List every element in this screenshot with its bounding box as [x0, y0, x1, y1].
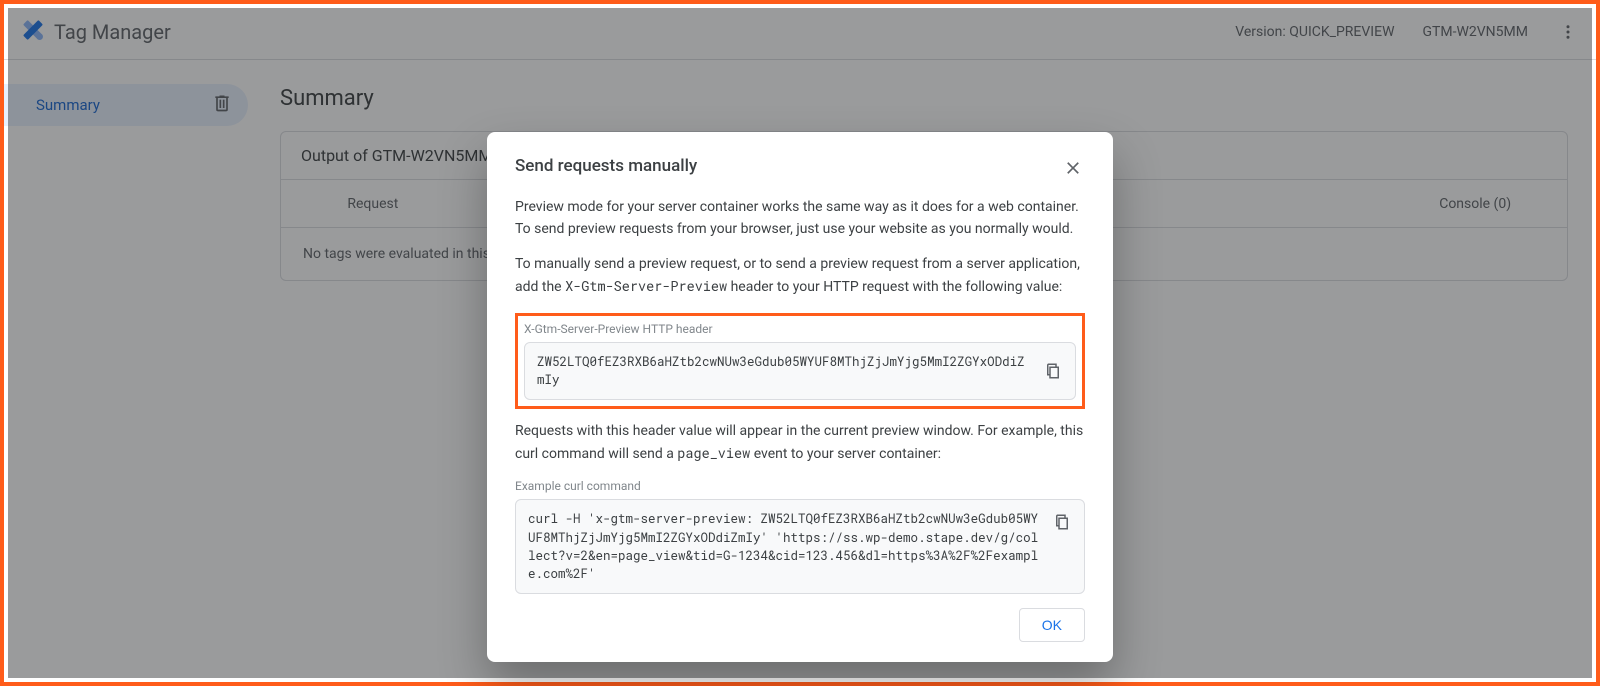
header-value-text: ZW52LTQ0fEZ3RXB6aHZtb2cwNUw3eGdub05WYUF8… [537, 354, 1025, 388]
send-requests-modal: Send requests manually Preview mode for … [487, 132, 1113, 662]
copy-icon [1044, 362, 1062, 380]
app-frame: Tag Manager Version: QUICK_PREVIEW GTM-W… [0, 0, 1600, 686]
copy-curl-button[interactable] [1048, 508, 1076, 536]
close-button[interactable] [1061, 156, 1085, 183]
modal-p2-code: X-Gtm-Server-Preview [565, 277, 727, 295]
curl-command-text: curl -H 'x-gtm-server-preview: ZW52LTQ0f… [528, 511, 1038, 581]
modal-paragraph-1: Preview mode for your server container w… [515, 197, 1085, 240]
modal-p3-code: page_view [677, 444, 750, 462]
ok-button[interactable]: OK [1019, 608, 1085, 642]
close-icon [1063, 158, 1083, 178]
header-value-highlight: X-Gtm-Server-Preview HTTP header ZW52LTQ… [515, 313, 1085, 409]
header-field-label: X-Gtm-Server-Preview HTTP header [524, 322, 1076, 336]
modal-p2-b: header to your HTTP request with the fol… [727, 279, 1062, 295]
header-value-box[interactable]: ZW52LTQ0fEZ3RXB6aHZtb2cwNUw3eGdub05WYUF8… [524, 342, 1076, 400]
modal-title: Send requests manually [515, 156, 697, 176]
modal-paragraph-3: Requests with this header value will app… [515, 421, 1085, 465]
modal-p3-b: event to your server container: [750, 446, 941, 462]
modal-header: Send requests manually [515, 156, 1085, 183]
copy-icon [1053, 513, 1071, 531]
modal-paragraph-2: To manually send a preview request, or t… [515, 254, 1085, 298]
curl-command-box[interactable]: curl -H 'x-gtm-server-preview: ZW52LTQ0f… [515, 499, 1085, 594]
modal-actions: OK [515, 608, 1085, 642]
copy-header-button[interactable] [1039, 357, 1067, 385]
curl-field-label: Example curl command [515, 479, 1085, 493]
